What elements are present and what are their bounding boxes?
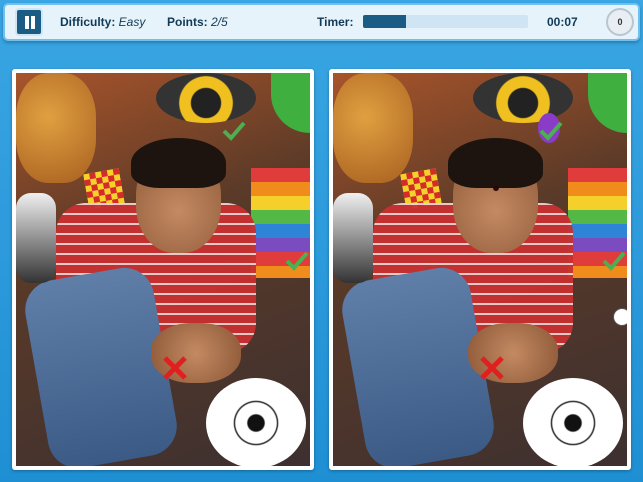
top-bar: Difficulty: Easy Points: 2/5 Timer: 00:0… [3, 3, 640, 41]
left-photo-panel [12, 69, 314, 470]
pause-icon [25, 16, 29, 29]
bindi-dot [493, 185, 499, 191]
bike-wheel-image [156, 73, 256, 123]
check-icon [285, 251, 309, 271]
difficulty-label: Difficulty: Easy [60, 15, 146, 29]
timer-value: 00:07 [547, 15, 578, 29]
difficulty-value: Easy [118, 15, 146, 29]
timer-label: Timer: [317, 15, 354, 29]
soccer-ball-image [523, 378, 623, 466]
hint-button[interactable]: 0 [606, 8, 634, 36]
check-icon [539, 121, 563, 141]
left-photo[interactable] [16, 73, 310, 466]
car-toy-image [333, 193, 373, 283]
clock-icon [613, 308, 627, 326]
timer-progress-fill [363, 15, 406, 28]
soccer-ball-image [206, 378, 306, 466]
pause-button[interactable] [15, 8, 43, 36]
points-label: Points: 2/5 [167, 15, 228, 29]
hint-count: 0 [617, 17, 623, 27]
child-hair [448, 138, 543, 188]
bike-wheel-image [473, 73, 573, 123]
cross-icon [163, 356, 187, 380]
check-icon [222, 121, 246, 141]
teddy-bear-image [16, 73, 96, 183]
check-icon [602, 251, 626, 271]
right-photo[interactable] [333, 73, 627, 466]
teddy-bear-image [333, 73, 413, 183]
timer-progress-bar [363, 15, 528, 28]
child-hair [131, 138, 226, 188]
car-toy-image [16, 193, 56, 283]
right-photo-panel [329, 69, 631, 470]
cross-icon [480, 356, 504, 380]
points-value: 2/5 [211, 15, 228, 29]
